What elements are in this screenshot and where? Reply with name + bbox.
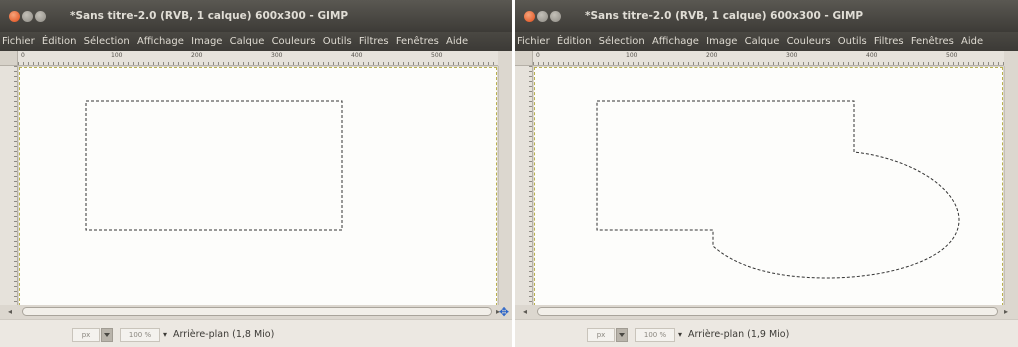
ruler-tick: 200 xyxy=(706,52,718,59)
ruler-tick: 400 xyxy=(866,52,878,59)
menu-calque[interactable]: Calque xyxy=(743,32,782,47)
ruler-tick: 300 xyxy=(786,52,798,59)
minimize-icon[interactable] xyxy=(537,11,548,22)
navigate-icon[interactable]: ✥ xyxy=(499,305,509,319)
menu-aide[interactable]: Aide xyxy=(959,32,985,47)
ruler-tick: 200 xyxy=(191,52,203,59)
ruler-tick: 100 xyxy=(111,52,123,59)
combined-selection xyxy=(596,100,960,279)
zoom-selector[interactable]: 100 % xyxy=(635,328,675,342)
gimp-window-right: *Sans titre-2.0 (RVB, 1 calque) 600x300 … xyxy=(515,0,1018,347)
ruler-tick: 400 xyxy=(351,52,363,59)
vertical-ruler[interactable] xyxy=(0,66,18,307)
image-canvas[interactable] xyxy=(19,67,497,306)
ruler-tick: 500 xyxy=(431,52,443,59)
selection-overlay xyxy=(596,100,960,279)
unit-selector[interactable]: px xyxy=(72,328,100,342)
ruler-tick: 0 xyxy=(536,52,540,59)
ruler-corner[interactable] xyxy=(515,51,533,66)
window-title: *Sans titre-2.0 (RVB, 1 calque) 600x300 … xyxy=(70,10,349,22)
menu-bar: Fichier Édition Sélection Affichage Imag… xyxy=(515,32,1018,51)
image-canvas[interactable] xyxy=(534,67,1003,306)
zoom-selector[interactable]: 100 % xyxy=(120,328,160,342)
gimp-window-left: *Sans titre-2.0 (RVB, 1 calque) 600x300 … xyxy=(0,0,512,347)
rectangle-selection xyxy=(85,100,343,231)
menu-fichier[interactable]: Fichier xyxy=(515,32,552,47)
horizontal-scrollbar[interactable] xyxy=(22,307,492,316)
menu-affichage[interactable]: Affichage xyxy=(135,32,186,47)
scroll-left-icon[interactable]: ◂ xyxy=(8,305,12,319)
menu-fenetres[interactable]: Fenêtres xyxy=(394,32,441,47)
status-bar: px 100 % ▾ Arrière-plan (1,8 Mio) xyxy=(0,319,512,347)
close-icon[interactable] xyxy=(9,11,20,22)
menu-fichier[interactable]: Fichier xyxy=(0,32,37,47)
vertical-scrollbar[interactable] xyxy=(498,66,512,307)
menu-edition[interactable]: Édition xyxy=(40,32,79,47)
vertical-ruler[interactable] xyxy=(515,66,533,307)
maximize-icon[interactable] xyxy=(35,11,46,22)
ruler-tick: 0 xyxy=(21,52,25,59)
status-message: Arrière-plan (1,9 Mio) xyxy=(688,329,790,340)
menu-fenetres[interactable]: Fenêtres xyxy=(909,32,956,47)
menu-image[interactable]: Image xyxy=(704,32,739,47)
menu-image[interactable]: Image xyxy=(189,32,224,47)
horizontal-scroll-row: ◂ ▸ ✥ xyxy=(0,305,512,319)
scroll-right-icon[interactable]: ▸ xyxy=(1004,305,1008,319)
canvas-area: 0 100 200 300 400 500 xyxy=(0,51,512,319)
menu-affichage[interactable]: Affichage xyxy=(650,32,701,47)
horizontal-scroll-row: ◂ ▸ xyxy=(515,305,1018,319)
zoom-dropdown-icon[interactable]: ▾ xyxy=(678,328,682,342)
ruler-tick: 500 xyxy=(946,52,958,59)
menu-couleurs[interactable]: Couleurs xyxy=(270,32,318,47)
menu-bar: Fichier Édition Sélection Affichage Imag… xyxy=(0,32,512,51)
unit-dropdown-icon[interactable] xyxy=(616,328,628,342)
scroll-left-icon[interactable]: ◂ xyxy=(523,305,527,319)
menu-edition[interactable]: Édition xyxy=(555,32,594,47)
window-title: *Sans titre-2.0 (RVB, 1 calque) 600x300 … xyxy=(585,10,864,22)
vertical-scrollbar[interactable] xyxy=(1004,66,1018,307)
zoom-dropdown-icon[interactable]: ▾ xyxy=(163,328,167,342)
unit-dropdown-icon[interactable] xyxy=(101,328,113,342)
minimize-icon[interactable] xyxy=(22,11,33,22)
menu-filtres[interactable]: Filtres xyxy=(872,32,906,47)
horizontal-ruler[interactable]: 0 100 200 300 400 500 xyxy=(533,51,1004,66)
menu-couleurs[interactable]: Couleurs xyxy=(785,32,833,47)
status-message: Arrière-plan (1,8 Mio) xyxy=(173,329,275,340)
menu-selection[interactable]: Sélection xyxy=(597,32,647,47)
close-icon[interactable] xyxy=(524,11,535,22)
menu-calque[interactable]: Calque xyxy=(228,32,267,47)
ruler-tick: 100 xyxy=(626,52,638,59)
menu-outils[interactable]: Outils xyxy=(321,32,354,47)
menu-selection[interactable]: Sélection xyxy=(82,32,132,47)
menu-aide[interactable]: Aide xyxy=(444,32,470,47)
canvas-area: 0 100 200 300 400 500 xyxy=(515,51,1018,319)
menu-filtres[interactable]: Filtres xyxy=(357,32,391,47)
maximize-icon[interactable] xyxy=(550,11,561,22)
status-bar: px 100 % ▾ Arrière-plan (1,9 Mio) xyxy=(515,319,1018,347)
horizontal-ruler[interactable]: 0 100 200 300 400 500 xyxy=(18,51,498,66)
title-bar[interactable]: *Sans titre-2.0 (RVB, 1 calque) 600x300 … xyxy=(515,0,1018,32)
horizontal-scrollbar[interactable] xyxy=(537,307,998,316)
ruler-tick: 300 xyxy=(271,52,283,59)
selection-overlay xyxy=(85,100,343,231)
menu-outils[interactable]: Outils xyxy=(836,32,869,47)
title-bar[interactable]: *Sans titre-2.0 (RVB, 1 calque) 600x300 … xyxy=(0,0,512,32)
unit-selector[interactable]: px xyxy=(587,328,615,342)
ruler-corner[interactable] xyxy=(0,51,18,66)
